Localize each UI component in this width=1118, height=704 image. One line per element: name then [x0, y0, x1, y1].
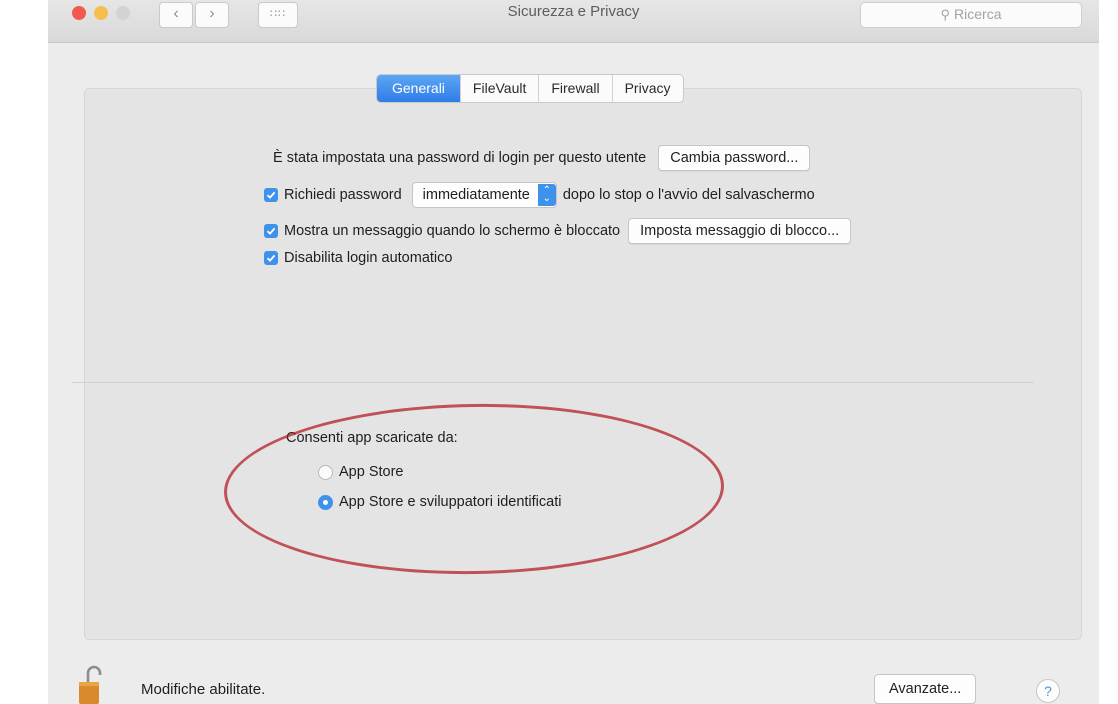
show-message-row: Mostra un messaggio quando lo schermo è … [264, 218, 852, 244]
search-icon: ⚲ [940, 7, 951, 22]
tab-privacy[interactable]: Privacy [611, 75, 683, 102]
require-password-delay-value: immediatamente [422, 187, 530, 203]
login-password-row: È stata impostata una password di login … [273, 145, 811, 171]
tab-generali[interactable]: Generali [377, 75, 460, 102]
require-password-row: Richiedi password immediatamente ⌃ ⌄ dopo… [264, 182, 815, 208]
change-password-button[interactable]: Cambia password... [658, 145, 811, 171]
tab-filevault[interactable]: FileVault [459, 75, 538, 102]
search-field[interactable]: ⚲ Ricerca [860, 2, 1082, 28]
disable-autologin-row: Disabilita login automatico [264, 250, 452, 266]
require-password-delay-select[interactable]: immediatamente ⌃ ⌄ [411, 182, 557, 208]
checkmark-icon [266, 191, 276, 199]
login-password-text: È stata impostata una password di login … [273, 150, 647, 166]
require-password-suffix: dopo lo stop o l'avvio del salvaschermo [562, 187, 815, 203]
require-password-label: Richiedi password [284, 187, 402, 203]
section-divider [72, 382, 1034, 383]
show-message-label: Mostra un messaggio quando lo schermo è … [284, 223, 621, 239]
require-password-checkbox[interactable] [264, 188, 278, 202]
updown-arrows-icon: ⌃ ⌄ [537, 184, 556, 206]
disable-autologin-label: Disabilita login automatico [284, 250, 453, 266]
disable-autologin-checkbox[interactable] [264, 251, 278, 265]
search-placeholder: Ricerca [954, 6, 1002, 22]
preferences-window: ‹ › ∷∷ Sicurezza e Privacy ⚲ Ricerca Gene… [48, 0, 1099, 704]
checkmark-icon [266, 227, 276, 235]
tab-firewall[interactable]: Firewall [538, 75, 611, 102]
advanced-button[interactable]: Avanzate... [874, 674, 977, 704]
unlocked-padlock-icon[interactable] [77, 664, 103, 704]
checkmark-icon [266, 254, 276, 262]
set-lock-message-button[interactable]: Imposta messaggio di blocco... [628, 218, 852, 244]
help-button[interactable]: ? [1036, 679, 1060, 703]
tab-bar: Generali FileVault Firewall Privacy [376, 74, 684, 103]
title-bar: ‹ › ∷∷ Sicurezza e Privacy ⚲ Ricerca [48, 0, 1099, 43]
show-message-checkbox[interactable] [264, 224, 278, 238]
lock-status-label: Modifiche abilitate. [141, 681, 266, 698]
